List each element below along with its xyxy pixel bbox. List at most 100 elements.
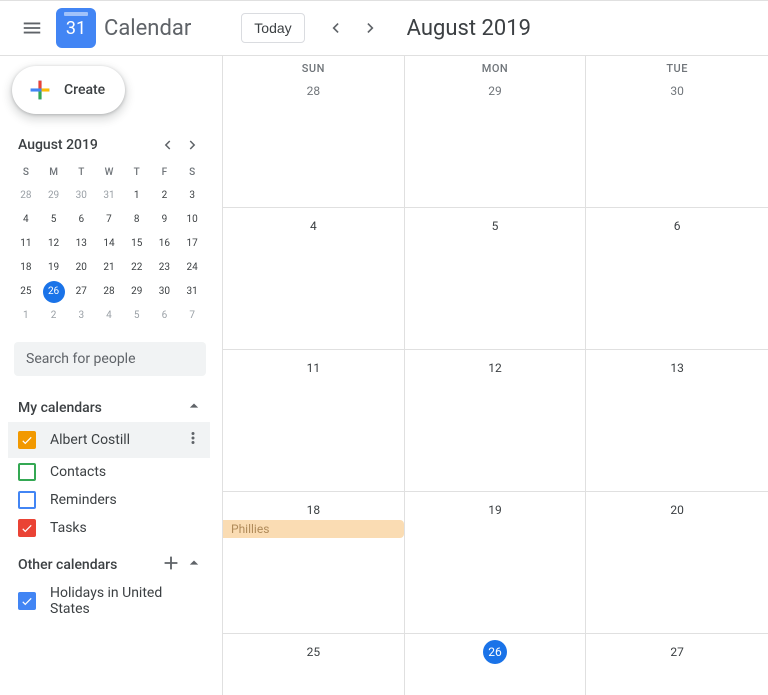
- mini-next-button[interactable]: [180, 132, 206, 158]
- day-cell[interactable]: 26: [405, 634, 587, 695]
- day-number: 28: [301, 79, 325, 103]
- checkbox-icon[interactable]: [18, 519, 36, 537]
- mini-day-cell[interactable]: 2: [40, 304, 68, 328]
- mini-day-cell[interactable]: 20: [67, 256, 95, 280]
- calendar-item[interactable]: Contacts: [8, 458, 210, 486]
- checkbox-icon[interactable]: [18, 431, 36, 449]
- day-cell[interactable]: 4: [223, 208, 405, 350]
- mini-day-cell[interactable]: 29: [123, 280, 151, 304]
- day-cell[interactable]: 25: [223, 634, 405, 695]
- calendar-item[interactable]: Reminders: [8, 486, 210, 514]
- mini-calendar-grid: SMTWTFS282930311234567891011121314151617…: [8, 162, 210, 328]
- mini-day-cell[interactable]: 17: [178, 232, 206, 256]
- mini-day-cell[interactable]: 21: [95, 256, 123, 280]
- mini-prev-button[interactable]: [154, 132, 180, 158]
- mini-day-cell[interactable]: 27: [67, 280, 95, 304]
- my-calendars-list: Albert CostillContactsRemindersTasks: [8, 422, 210, 542]
- day-cell[interactable]: 6: [586, 208, 768, 350]
- mini-day-cell[interactable]: 7: [95, 208, 123, 232]
- day-cell[interactable]: TUE30: [586, 56, 768, 208]
- mini-day-cell[interactable]: 16: [151, 232, 179, 256]
- other-calendars-label: Other calendars: [18, 557, 117, 573]
- mini-calendar-header: August 2019: [8, 132, 210, 162]
- day-cell[interactable]: SUN 28: [223, 56, 405, 208]
- mini-day-cell[interactable]: 8: [123, 208, 151, 232]
- mini-day-cell[interactable]: 30: [67, 184, 95, 208]
- checkbox-icon[interactable]: [18, 592, 36, 610]
- search-people-input[interactable]: Search for people: [14, 342, 206, 376]
- mini-day-cell[interactable]: 13: [67, 232, 95, 256]
- other-calendars-list: Holidays in United States: [8, 580, 210, 622]
- menu-icon[interactable]: [8, 4, 56, 52]
- event-chip[interactable]: Phillies: [223, 520, 404, 538]
- mini-day-cell[interactable]: 23: [151, 256, 179, 280]
- day-cell[interactable]: 13: [586, 350, 768, 492]
- mini-dow: F: [151, 162, 179, 184]
- mini-day-cell[interactable]: 14: [95, 232, 123, 256]
- mini-day-cell[interactable]: 18: [12, 256, 40, 280]
- mini-day-cell[interactable]: 9: [151, 208, 179, 232]
- mini-day-cell[interactable]: 19: [40, 256, 68, 280]
- day-number: 6: [665, 214, 689, 238]
- add-calendar-icon[interactable]: [160, 552, 182, 578]
- day-cell[interactable]: 20: [586, 492, 768, 634]
- mini-day-cell[interactable]: 3: [67, 304, 95, 328]
- checkbox-icon[interactable]: [18, 491, 36, 509]
- mini-day-cell[interactable]: 15: [123, 232, 151, 256]
- calendar-item[interactable]: Holidays in United States: [8, 580, 210, 622]
- next-period-button[interactable]: [353, 10, 389, 46]
- mini-calendar-title: August 2019: [18, 137, 98, 153]
- day-cell[interactable]: 19: [405, 492, 587, 634]
- today-button[interactable]: Today: [241, 13, 304, 43]
- mini-day-cell[interactable]: 6: [67, 208, 95, 232]
- mini-day-cell[interactable]: 22: [123, 256, 151, 280]
- day-number: 29: [483, 79, 507, 103]
- chevron-up-icon: [184, 553, 204, 577]
- mini-day-cell[interactable]: 5: [123, 304, 151, 328]
- mini-day-cell[interactable]: 30: [151, 280, 179, 304]
- day-cell[interactable]: 18Phillies: [223, 492, 405, 634]
- mini-day-cell[interactable]: 26: [43, 281, 65, 303]
- day-number: 19: [483, 498, 507, 522]
- mini-day-cell[interactable]: 3: [178, 184, 206, 208]
- checkbox-icon[interactable]: [18, 463, 36, 481]
- mini-day-cell[interactable]: 29: [40, 184, 68, 208]
- my-calendars-label: My calendars: [18, 400, 102, 416]
- mini-day-cell[interactable]: 24: [178, 256, 206, 280]
- mini-day-cell[interactable]: 28: [95, 280, 123, 304]
- mini-day-cell[interactable]: 7: [178, 304, 206, 328]
- create-button[interactable]: Create: [12, 66, 125, 114]
- day-of-week-label: SUN: [223, 62, 404, 75]
- mini-day-cell[interactable]: 10: [178, 208, 206, 232]
- mini-day-cell[interactable]: 4: [12, 208, 40, 232]
- mini-day-cell[interactable]: 31: [95, 184, 123, 208]
- my-calendars-header[interactable]: My calendars: [8, 394, 210, 422]
- mini-day-cell[interactable]: 4: [95, 304, 123, 328]
- prev-period-button[interactable]: [317, 10, 353, 46]
- plus-icon: [26, 76, 54, 104]
- day-of-week-label: TUE: [586, 62, 768, 75]
- mini-day-cell[interactable]: 28: [12, 184, 40, 208]
- mini-day-cell[interactable]: 11: [12, 232, 40, 256]
- day-cell[interactable]: 27: [586, 634, 768, 695]
- mini-day-cell[interactable]: 12: [40, 232, 68, 256]
- day-cell[interactable]: 11: [223, 350, 405, 492]
- day-cell[interactable]: MON29: [405, 56, 587, 208]
- logo-day: 31: [66, 18, 86, 39]
- calendar-logo-icon: 31: [56, 8, 96, 48]
- mini-day-cell[interactable]: 6: [151, 304, 179, 328]
- calendar-item[interactable]: Albert Costill: [8, 422, 210, 458]
- chevron-up-icon: [184, 396, 204, 420]
- calendar-item[interactable]: Tasks: [8, 514, 210, 542]
- more-icon[interactable]: [182, 427, 204, 453]
- mini-day-cell[interactable]: 2: [151, 184, 179, 208]
- mini-day-cell[interactable]: 1: [12, 304, 40, 328]
- day-cell[interactable]: 12: [405, 350, 587, 492]
- day-number: 27: [665, 640, 689, 664]
- day-cell[interactable]: 5: [405, 208, 587, 350]
- mini-day-cell[interactable]: 5: [40, 208, 68, 232]
- other-calendars-header[interactable]: Other calendars: [8, 550, 210, 580]
- mini-day-cell[interactable]: 25: [12, 280, 40, 304]
- mini-day-cell[interactable]: 31: [178, 280, 206, 304]
- mini-day-cell[interactable]: 1: [123, 184, 151, 208]
